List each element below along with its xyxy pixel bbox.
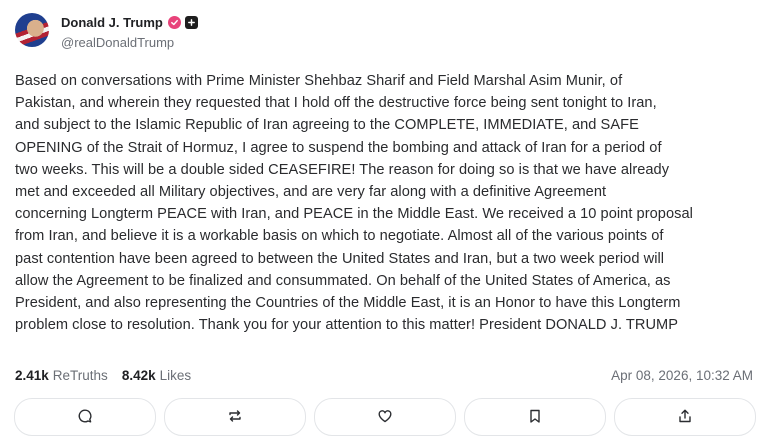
post-header: Donald J. Trump @realDonaldTrump bbox=[15, 13, 198, 50]
likes-count: 8.42k bbox=[121, 368, 156, 383]
post-line: problem close to resolution. Thank you f… bbox=[15, 317, 679, 334]
post-line: Based on conversations with Prime Minist… bbox=[15, 73, 623, 89]
post-timestamp[interactable]: Apr 08, 2026, 10:32 AM bbox=[611, 368, 753, 383]
bookmark-button[interactable] bbox=[464, 398, 606, 436]
author-info: Donald J. Trump @realDonaldTrump bbox=[61, 13, 198, 50]
retruths-stat[interactable]: 2.41k ReTruths bbox=[15, 368, 108, 383]
verified-badge-icon bbox=[167, 15, 181, 29]
user-handle[interactable]: @realDonaldTrump bbox=[61, 35, 198, 50]
post-line: Pakistan, and wherein they requested tha… bbox=[15, 95, 657, 112]
display-name[interactable]: Donald J. Trump bbox=[61, 15, 163, 30]
reply-icon bbox=[78, 409, 92, 423]
likes-stat[interactable]: 8.42k Likes bbox=[122, 368, 191, 383]
post-line: from Iran, and believe it is a workable … bbox=[15, 228, 664, 245]
action-bar bbox=[0, 398, 767, 436]
share-button[interactable] bbox=[614, 398, 756, 436]
post-line: concerning Longterm PEACE with Iran, and… bbox=[15, 206, 693, 223]
post-text: Based on conversations with Prime Minist… bbox=[15, 70, 760, 336]
bookmark-icon bbox=[530, 409, 540, 423]
retruths-count: 2.41k bbox=[15, 368, 49, 383]
retruth-button[interactable] bbox=[164, 398, 306, 436]
post-line: allow the Agreement to be finalized and … bbox=[15, 272, 671, 289]
likes-label: Likes bbox=[159, 368, 192, 383]
like-button[interactable] bbox=[314, 398, 456, 436]
post-line: President, and also representing the Cou… bbox=[15, 295, 681, 312]
name-row: Donald J. Trump bbox=[61, 13, 198, 31]
post-line: and subject to the Islamic Republic of I… bbox=[15, 117, 639, 134]
retruth-icon bbox=[229, 410, 241, 422]
reply-button[interactable] bbox=[14, 398, 156, 436]
post-line: OPENING of the Strait of Hormuz, I agree… bbox=[15, 139, 662, 156]
like-icon bbox=[378, 410, 392, 423]
plus-icon bbox=[184, 15, 198, 29]
share-icon bbox=[679, 409, 691, 423]
post-line: met and exceeded all Military objectives… bbox=[15, 184, 607, 201]
avatar[interactable] bbox=[15, 13, 49, 47]
post-line: past contention have been agreed to betw… bbox=[15, 250, 665, 267]
retruths-label: ReTruths bbox=[52, 368, 108, 383]
post-line: two weeks. This will be a double sided C… bbox=[15, 161, 670, 178]
post-stats: 2.41k ReTruths 8.42k Likes bbox=[15, 368, 205, 383]
